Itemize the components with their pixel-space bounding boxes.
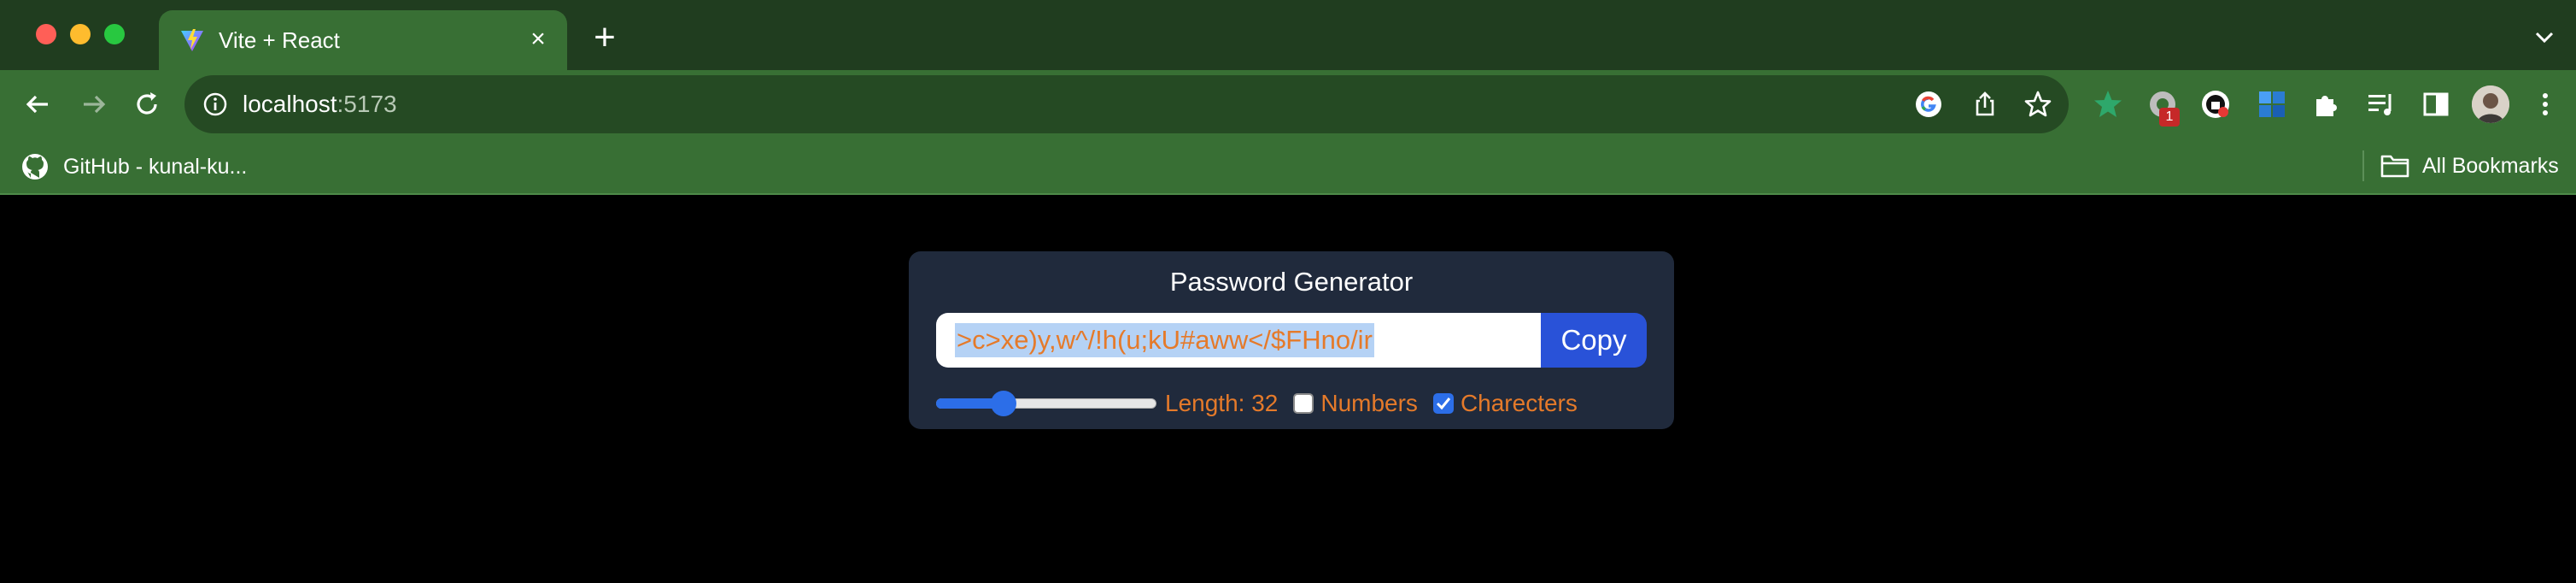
- side-panel-icon[interactable]: [2419, 87, 2453, 121]
- github-icon: [22, 154, 48, 180]
- forward-arrow-icon[interactable]: [77, 87, 111, 121]
- password-input-group: >c>xe)y,w^/!h(u;kU#aww</$FHno/ir Copy: [936, 313, 1647, 368]
- media-controls-icon[interactable]: [2364, 87, 2398, 121]
- generator-controls: Length: 32 Numbers Charecters: [936, 386, 1578, 421]
- site-info-icon[interactable]: [202, 91, 229, 118]
- bookmark-label: GitHub - kunal-ku...: [63, 154, 248, 179]
- page-viewport: Password Generator >c>xe)y,w^/!h(u;kU#aw…: [0, 197, 2576, 583]
- extensions-puzzle-icon[interactable]: [2310, 87, 2344, 121]
- active-tab[interactable]: Vite + React ×: [159, 10, 567, 70]
- more-options-icon[interactable]: [2528, 87, 2562, 121]
- all-bookmarks-button[interactable]: All Bookmarks: [2380, 152, 2559, 180]
- browser-toolbar: localhost:5173 1: [0, 70, 2576, 138]
- address-bar[interactable]: localhost:5173: [184, 75, 2069, 133]
- page-title: Password Generator: [1169, 267, 1414, 297]
- numbers-label[interactable]: Numbers: [1320, 390, 1418, 417]
- avatar-icon: [2472, 85, 2509, 123]
- checkmark-icon: [1436, 398, 1451, 410]
- new-tab-button[interactable]: +: [588, 19, 622, 56]
- profile-avatar[interactable]: [2472, 85, 2509, 123]
- folder-icon: [2380, 155, 2409, 178]
- tab-bar: Vite + React × +: [0, 0, 2576, 70]
- reload-icon[interactable]: [130, 87, 164, 121]
- url-text[interactable]: localhost:5173: [243, 91, 397, 118]
- length-slider[interactable]: [936, 391, 1156, 416]
- characters-label[interactable]: Charecters: [1461, 390, 1578, 417]
- share-icon[interactable]: [1970, 89, 2000, 120]
- numbers-checkbox[interactable]: [1293, 393, 1314, 414]
- extension-privacy-icon[interactable]: [2198, 87, 2233, 121]
- bookmark-github[interactable]: GitHub - kunal-ku...: [20, 152, 247, 181]
- vite-logo-icon: [181, 29, 203, 51]
- url-host: localhost: [243, 91, 337, 117]
- password-value: >c>xe)y,w^/!h(u;kU#aww</$FHno/ir: [955, 323, 1374, 357]
- slider-thumb[interactable]: [991, 391, 1016, 416]
- all-bookmarks-label: All Bookmarks: [2422, 153, 2559, 178]
- copy-button[interactable]: Copy: [1541, 313, 1647, 368]
- characters-checkbox[interactable]: [1432, 393, 1454, 414]
- length-label: Length: 32: [1165, 390, 1279, 416]
- close-window-button[interactable]: [36, 24, 56, 44]
- maximize-window-button[interactable]: [104, 24, 125, 44]
- tab-title: Vite + React: [219, 27, 340, 53]
- tab-close-icon[interactable]: ×: [524, 26, 552, 53]
- extension-windows-icon[interactable]: [2255, 87, 2289, 121]
- back-arrow-icon[interactable]: [20, 87, 55, 121]
- minimize-window-button[interactable]: [70, 24, 91, 44]
- google-lens-icon[interactable]: [1913, 89, 1944, 120]
- extension-badge: 1: [2159, 108, 2180, 127]
- password-generator-card: Password Generator >c>xe)y,w^/!h(u;kU#aw…: [909, 251, 1674, 429]
- bookmarks-divider: [2362, 150, 2364, 181]
- bookmarks-bar: GitHub - kunal-ku... All Bookmarks: [0, 138, 2576, 195]
- extension-star-icon[interactable]: [2091, 87, 2125, 121]
- url-port: :5173: [337, 91, 397, 117]
- password-field[interactable]: >c>xe)y,w^/!h(u;kU#aww</$FHno/ir: [936, 313, 1541, 368]
- bookmark-star-icon[interactable]: [2023, 89, 2053, 120]
- tab-search-chevron-icon[interactable]: [2532, 24, 2557, 50]
